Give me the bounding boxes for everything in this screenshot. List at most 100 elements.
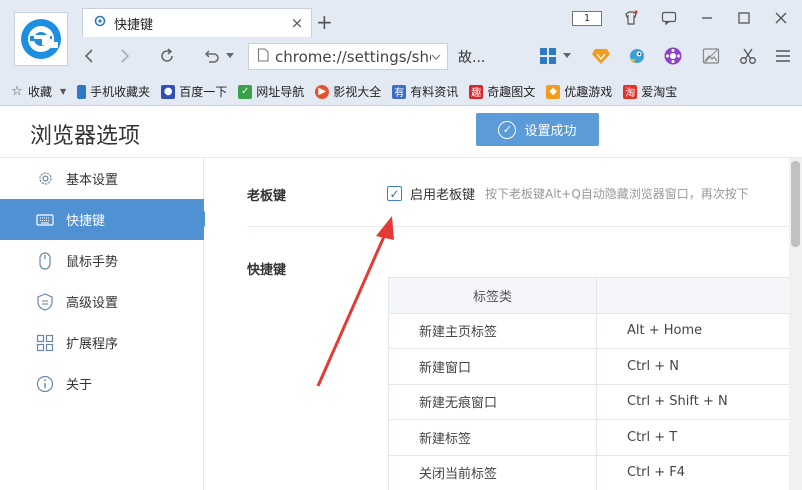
forward-icon[interactable] bbox=[110, 41, 140, 71]
bookmark-favorites[interactable]: ☆ 收藏 ▼ bbox=[10, 83, 66, 100]
shortcut-action: 新建窗口 bbox=[388, 348, 597, 385]
url-text: chrome://settings/sho bbox=[275, 47, 431, 66]
sidebar-item-shortcuts[interactable]: 快捷键 bbox=[0, 199, 212, 240]
shortcut-action: 关闭当前标签 bbox=[388, 454, 597, 490]
scrollbar-thumb[interactable] bbox=[791, 161, 800, 247]
table-header-category: 标签类 bbox=[388, 277, 597, 314]
table-row: 新建窗口 Ctrl + N bbox=[388, 348, 789, 385]
sidebar-item-label: 鼠标手势 bbox=[66, 255, 119, 270]
back-icon[interactable] bbox=[74, 41, 104, 71]
boss-key-checkbox-label[interactable]: 启用老板键 bbox=[410, 184, 475, 203]
keyboard-icon bbox=[36, 211, 54, 229]
game-icon: ◆ bbox=[546, 84, 561, 99]
shortcut-keys: Ctrl + N bbox=[596, 348, 789, 385]
check-circle-icon: ✓ bbox=[498, 120, 517, 139]
close-window-icon[interactable] bbox=[766, 6, 796, 30]
settings-header: 浏览器选项 ✓ 设置成功 bbox=[0, 106, 802, 158]
browser-logo-icon bbox=[14, 12, 68, 66]
shortcut-action: 新建主页标签 bbox=[388, 312, 597, 349]
bookmark-video[interactable]: ▶ 影视大全 bbox=[315, 83, 381, 100]
sidebar-item-extensions[interactable]: 扩展程序 bbox=[0, 322, 204, 363]
settings-sidebar: 基本设置 快捷键 鼠标手势 高级设置 扩展程序 关于 bbox=[0, 158, 212, 490]
sidebar-item-advanced[interactable]: 高级设置 bbox=[0, 281, 204, 322]
section-divider bbox=[247, 226, 789, 227]
news-icon: 有 bbox=[392, 84, 407, 99]
table-header-keys bbox=[596, 277, 789, 314]
tab-title: 快捷键 bbox=[114, 17, 154, 33]
shield-icon bbox=[36, 292, 54, 311]
content-scrollbar[interactable] bbox=[789, 158, 802, 490]
video-icon[interactable] bbox=[658, 41, 688, 71]
info-icon bbox=[36, 375, 54, 393]
chevron-down-icon[interactable]: ▼ bbox=[60, 87, 66, 96]
boss-key-description: 按下老板键Alt+Q自动隐藏浏览器窗口，再次按下 bbox=[485, 187, 749, 201]
boss-key-row: ✓ 启用老板键 按下老板键Alt+Q自动隐藏浏览器窗口，再次按下 bbox=[387, 184, 749, 203]
feedback-icon[interactable] bbox=[654, 6, 684, 30]
boss-key-checkbox[interactable]: ✓ bbox=[387, 186, 402, 201]
shortcut-keys: Ctrl + Shift + N bbox=[596, 383, 789, 420]
gear-icon bbox=[93, 14, 107, 32]
page-title: 浏览器选项 bbox=[30, 124, 141, 149]
hao-icon: ✓ bbox=[238, 84, 253, 99]
table-row: 新建无痕窗口 Ctrl + Shift + N bbox=[388, 383, 789, 420]
refresh-icon[interactable] bbox=[152, 41, 182, 71]
diamond-icon[interactable] bbox=[586, 41, 616, 71]
star-icon: ☆ bbox=[11, 84, 23, 99]
extension-icon bbox=[36, 334, 54, 352]
boss-key-section-title: 老板键 bbox=[247, 189, 287, 204]
settings-saved-button[interactable]: ✓ 设置成功 bbox=[476, 113, 599, 146]
search-box[interactable]: 故... bbox=[458, 47, 485, 67]
play-icon: ▶ bbox=[315, 84, 330, 99]
shortcut-action: 新建标签 bbox=[388, 419, 597, 456]
bookmark-news[interactable]: 有 有料资讯 bbox=[392, 83, 458, 100]
phone-icon bbox=[77, 84, 87, 99]
maximize-icon[interactable] bbox=[729, 6, 759, 30]
bookmark-games[interactable]: ◆ 优趣游戏 bbox=[546, 83, 612, 100]
sidebar-item-label: 基本设置 bbox=[66, 173, 119, 188]
mouse-icon bbox=[36, 251, 54, 270]
address-bar[interactable]: chrome://settings/sho bbox=[248, 43, 448, 70]
shortcut-keys: Alt + Home bbox=[596, 312, 789, 349]
image-icon[interactable] bbox=[696, 41, 726, 71]
browser-chrome: 快捷键 × + 1 chrome://settings/sho 故... ☆ 收… bbox=[0, 0, 802, 106]
sidebar-item-label: 高级设置 bbox=[66, 296, 119, 311]
sidebar-item-label: 扩展程序 bbox=[66, 337, 119, 352]
minimize-icon[interactable] bbox=[692, 6, 722, 30]
tab-close-icon[interactable]: × bbox=[287, 14, 307, 32]
gear-icon bbox=[36, 170, 54, 188]
settings-saved-label: 设置成功 bbox=[524, 124, 577, 139]
settings-content: 老板键 ✓ 启用老板键 按下老板键Alt+Q自动隐藏浏览器窗口，再次按下 快捷键… bbox=[205, 158, 789, 490]
address-dropdown-icon[interactable] bbox=[431, 50, 447, 63]
undo-dropdown-icon[interactable] bbox=[222, 41, 238, 71]
table-row: 新建标签 Ctrl + T bbox=[388, 419, 789, 456]
new-tab-button[interactable]: + bbox=[316, 10, 333, 34]
sidebar-item-about[interactable]: 关于 bbox=[0, 363, 204, 404]
table-row: 关闭当前标签 Ctrl + F4 bbox=[388, 454, 789, 490]
shortcuts-section-title: 快捷键 bbox=[247, 263, 287, 278]
sidebar-item-label: 关于 bbox=[66, 378, 93, 393]
skin-icon[interactable] bbox=[616, 6, 646, 30]
bookmark-taobao[interactable]: 淘 爱淘宝 bbox=[623, 83, 677, 100]
bookmark-mobile[interactable]: 手机收藏夹 bbox=[77, 83, 150, 100]
tab-shortcuts[interactable]: 快捷键 × bbox=[82, 8, 312, 37]
bookmarks-bar: ☆ 收藏 ▼ 手机收藏夹 ● 百度一下 ✓ 网址导航 ▶ 影视大全 有 有料资讯… bbox=[0, 78, 802, 105]
sidebar-item-basic[interactable]: 基本设置 bbox=[0, 158, 204, 199]
shortcut-keys: Ctrl + T bbox=[596, 419, 789, 456]
menu-icon[interactable] bbox=[768, 41, 798, 71]
qiqu-icon: 趣 bbox=[469, 84, 484, 99]
table-row: 新建主页标签 Alt + Home bbox=[388, 312, 789, 349]
sidebar-item-mouse-gestures[interactable]: 鼠标手势 bbox=[0, 240, 204, 281]
bookmark-baidu[interactable]: ● 百度一下 bbox=[161, 83, 227, 100]
taobao-icon: 淘 bbox=[623, 84, 638, 99]
page-icon bbox=[257, 47, 269, 66]
table-header-row: 标签类 bbox=[388, 277, 789, 314]
baidu-paw-icon: ● bbox=[161, 84, 176, 99]
bird-icon[interactable] bbox=[622, 41, 652, 71]
bookmark-hao[interactable]: ✓ 网址导航 bbox=[238, 83, 304, 100]
apps-dropdown-icon[interactable] bbox=[559, 41, 575, 71]
bookmark-qiqu[interactable]: 趣 奇趣图文 bbox=[469, 83, 535, 100]
page-count-badge[interactable]: 1 bbox=[572, 11, 602, 26]
shortcut-action: 新建无痕窗口 bbox=[388, 383, 597, 420]
shortcut-keys: Ctrl + F4 bbox=[596, 454, 789, 490]
scissors-icon[interactable] bbox=[733, 41, 763, 71]
